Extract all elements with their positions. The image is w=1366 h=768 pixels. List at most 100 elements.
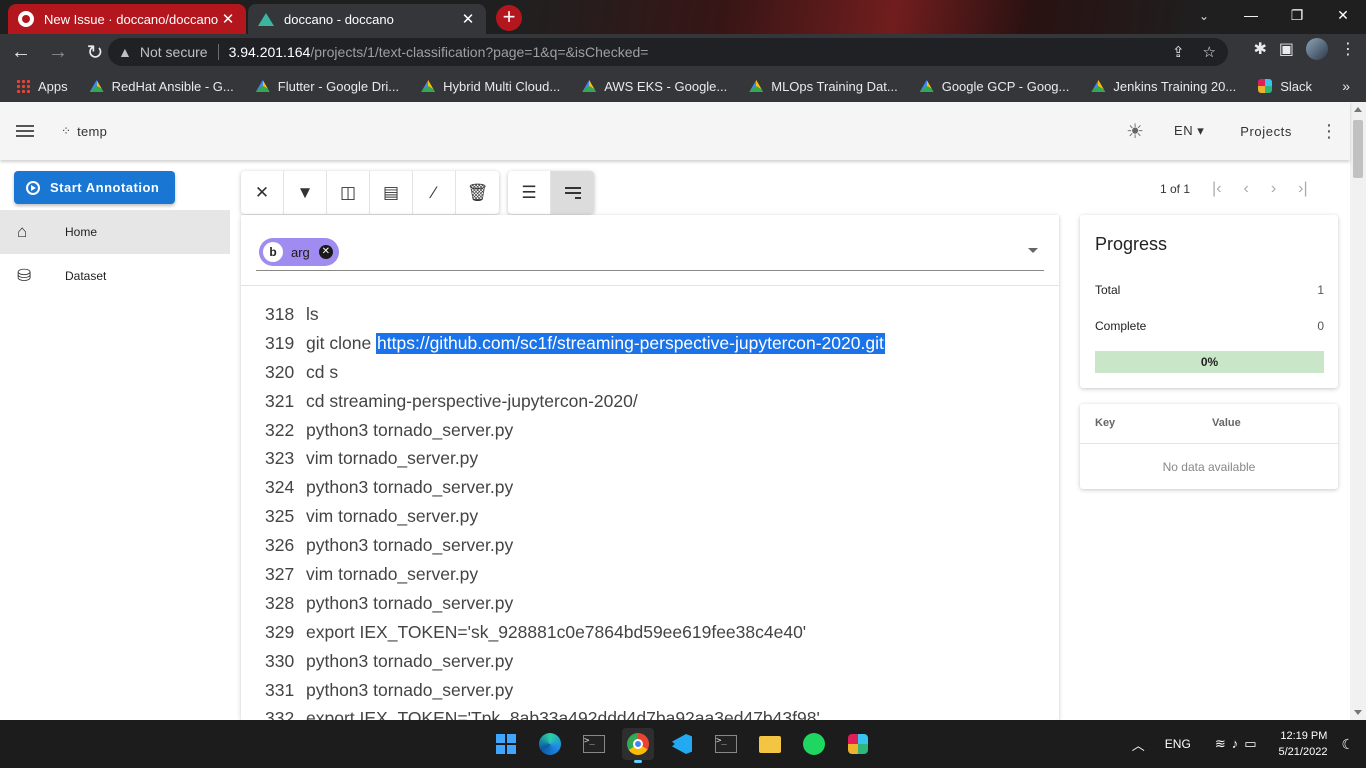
text-view-button[interactable]: [551, 171, 594, 214]
label-select[interactable]: b arg ✕: [256, 235, 1044, 271]
bookmark-flutter[interactable]: Flutter - Google Dri...: [255, 79, 399, 94]
url-host: 3.94.201.164: [228, 44, 311, 60]
close-tab-icon[interactable]: ✕: [460, 10, 476, 28]
restore-icon[interactable]: ❐: [1274, 0, 1320, 30]
google-drive-icon: [1091, 80, 1106, 92]
label-text: arg: [291, 244, 310, 260]
app-bar: ⁘ temp ☀ EN ▾ Projects ⋮: [0, 102, 1350, 160]
text-lines-icon: [564, 186, 581, 199]
omnibox-divider: [217, 44, 219, 60]
bookmark-star-icon[interactable]: ☆: [1203, 43, 1216, 61]
filter-button[interactable]: ▼: [284, 171, 327, 214]
text-line: 332 export IEX_TOKEN='Tpk_8ab33a492ddd4d7…: [265, 708, 820, 720]
profile-avatar[interactable]: [1306, 38, 1328, 60]
prev-page-icon[interactable]: ‹: [1244, 180, 1249, 198]
scroll-up-icon[interactable]: [1354, 107, 1362, 112]
taskbar-slack[interactable]: [842, 728, 874, 760]
first-page-icon[interactable]: |‹: [1212, 180, 1221, 198]
bookmark-apps[interactable]: Apps: [16, 79, 68, 94]
close-icon: ✕: [254, 182, 270, 202]
card-divider: [241, 285, 1059, 286]
menu-icon[interactable]: [16, 125, 34, 137]
windows-icon: [496, 734, 516, 754]
book-open-icon: ◫: [339, 182, 357, 202]
tab-doccano[interactable]: doccano - doccano ✕: [248, 4, 486, 34]
list-view-button[interactable]: ☰: [508, 171, 551, 214]
taskbar-edge[interactable]: [534, 728, 566, 760]
key-column-header[interactable]: Key: [1095, 417, 1115, 429]
progress-percent: 0%: [1200, 355, 1219, 369]
more-bookmarks-icon[interactable]: »: [1342, 78, 1350, 94]
last-page-icon[interactable]: ›|: [1298, 180, 1307, 198]
value-column-header[interactable]: Value: [1212, 417, 1241, 429]
chrome-menu-icon[interactable]: ⋮: [1340, 39, 1356, 59]
back-icon[interactable]: ←: [5, 36, 37, 68]
share-icon[interactable]: ⇪: [1172, 43, 1185, 61]
address-bar[interactable]: ▲ Not secure 3.94.201.164 /projects/1/te…: [108, 38, 1228, 66]
bookmark-aws-eks[interactable]: AWS EKS - Google...: [582, 79, 727, 94]
input-language[interactable]: ENG: [1165, 737, 1191, 751]
more-options-icon[interactable]: ⋮: [1320, 121, 1338, 142]
close-tab-icon[interactable]: ✕: [220, 10, 236, 28]
focus-assist-icon[interactable]: ☾: [1341, 736, 1354, 753]
progress-card: Progress Total 1 Complete 0 0%: [1080, 215, 1338, 388]
reload-icon[interactable]: ↻: [79, 36, 111, 68]
sidebar-item-label: Home: [65, 225, 98, 239]
sidebar-item-dataset[interactable]: ⛁ Dataset: [0, 254, 230, 298]
text-line: 319 git clone https://github.com/sc1f/str…: [265, 332, 885, 354]
bookmark-slack[interactable]: Slack: [1258, 79, 1312, 94]
forward-icon[interactable]: →: [42, 36, 74, 68]
taskbar-spotify[interactable]: [798, 728, 830, 760]
vscode-icon: [672, 734, 692, 754]
minimize-icon[interactable]: —: [1228, 0, 1274, 30]
tab-new-issue[interactable]: New Issue · doccano/doccano ✕: [8, 4, 246, 34]
extensions-icon[interactable]: ✱: [1253, 39, 1266, 59]
bookmark-jenkins[interactable]: Jenkins Training 20...: [1091, 79, 1236, 94]
remove-label-icon[interactable]: ✕: [318, 245, 333, 259]
label-chip[interactable]: b arg ✕: [259, 238, 339, 266]
taskbar-terminal[interactable]: >_: [578, 728, 610, 760]
auto-labeling-button[interactable]: ⁄: [413, 171, 456, 214]
project-icon: ⁘: [61, 124, 72, 138]
selected-text[interactable]: https://github.com/sc1f/streaming-perspe…: [376, 332, 885, 354]
close-window-icon[interactable]: ✕: [1320, 0, 1366, 30]
taskbar-console[interactable]: >_: [710, 728, 742, 760]
start-annotation-button[interactable]: Start Annotation: [14, 171, 175, 204]
text-line: 318 ls: [265, 303, 319, 324]
home-icon: ⌂: [17, 222, 28, 241]
bookmark-redhat-ansible[interactable]: RedHat Ansible - G...: [89, 79, 234, 94]
page-scrollbar[interactable]: [1350, 102, 1366, 720]
next-page-icon[interactable]: ›: [1271, 180, 1276, 198]
google-drive-icon: [749, 80, 764, 92]
bookmark-google-gcp[interactable]: Google GCP - Goog...: [919, 79, 1069, 94]
bookmark-hybrid-multi-cloud[interactable]: Hybrid Multi Cloud...: [421, 79, 560, 94]
clear-button[interactable]: ✕: [241, 171, 284, 214]
guideline-button[interactable]: ◫: [327, 171, 370, 214]
tab-search-icon[interactable]: ⌄: [1192, 4, 1216, 28]
bookmark-mlops[interactable]: MLOps Training Dat...: [749, 79, 898, 94]
text-line: 320 cd s: [265, 361, 339, 382]
taskbar-chrome[interactable]: [622, 728, 654, 763]
projects-button[interactable]: Projects: [1240, 124, 1292, 139]
language-select[interactable]: EN ▾: [1174, 123, 1204, 139]
scroll-thumb[interactable]: [1353, 120, 1363, 178]
scroll-down-icon[interactable]: [1354, 710, 1362, 715]
google-drive-icon: [582, 80, 597, 92]
network-volume-battery-icons[interactable]: ≋♪▭: [1215, 736, 1263, 752]
doccano-icon: [258, 12, 274, 26]
google-drive-icon: [89, 80, 104, 92]
theme-toggle-icon[interactable]: ☀: [1126, 119, 1144, 144]
side-panel-icon[interactable]: ▣: [1279, 39, 1294, 59]
sidebar-item-home[interactable]: ⌂ Home: [0, 210, 230, 254]
text-line: 326 python3 tornado_server.py: [265, 535, 514, 556]
taskbar-explorer[interactable]: [754, 728, 786, 760]
delete-button[interactable]: 🗑: [456, 171, 499, 214]
chevron-up-icon[interactable]: ︿: [1132, 735, 1145, 754]
new-tab-button[interactable]: +: [496, 5, 522, 31]
comment-button[interactable]: ▤: [370, 171, 413, 214]
taskbar-vscode[interactable]: [666, 728, 698, 760]
start-button[interactable]: [490, 728, 522, 760]
dropdown-arrow-icon[interactable]: [1028, 248, 1038, 253]
tab-title: doccano - doccano: [284, 11, 394, 27]
clock[interactable]: 12:19 PM 5/21/2022: [1279, 728, 1328, 760]
